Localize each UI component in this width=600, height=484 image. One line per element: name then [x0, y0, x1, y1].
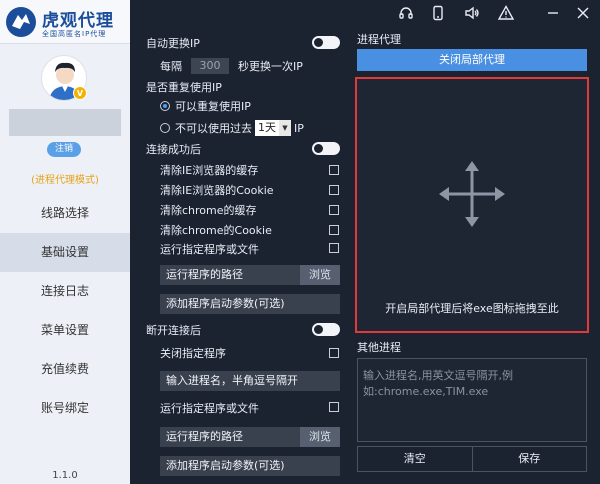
program-args-field-2[interactable]: 添加程序启动参数(可选): [160, 456, 340, 476]
connect-item-label: 清除IE浏览器的Cookie: [160, 184, 274, 197]
reuse-no-radio[interactable]: 不可以使用过去 1天 ▼ IP: [160, 119, 304, 137]
program-path-text-2: 运行程序的路径: [166, 430, 243, 443]
after-disconnect-toggle[interactable]: [312, 323, 340, 336]
auto-switch-label: 自动更换IP: [146, 37, 200, 50]
vip-badge: V: [73, 86, 87, 100]
connect-item-label: 清除chrome的Cookie: [160, 224, 272, 237]
after-connect-toggle[interactable]: [312, 142, 340, 155]
sidebar: 虎观代理 全国高匿名IP代理 V 注销 (进程代理模式) 线路选择 基础设置 连…: [0, 0, 130, 484]
connect-item-label: 运行指定程序或文件: [160, 243, 259, 256]
browse-button[interactable]: 浏览: [300, 265, 340, 285]
sidebar-item-menu-settings[interactable]: 菜单设置: [0, 311, 130, 350]
after-disconnect-label: 断开连接后: [146, 324, 201, 337]
proxy-mode-label: (进程代理模式): [31, 175, 99, 186]
process-name-field[interactable]: 输入进程名，半角逗号隔开: [160, 371, 340, 391]
interval-suffix: 秒更换一次IP: [238, 60, 303, 73]
connect-item-label: 清除chrome的缓存: [160, 204, 257, 217]
headset-icon[interactable]: [395, 2, 417, 24]
radio-empty-icon: [160, 123, 170, 133]
phone-icon[interactable]: [427, 2, 449, 24]
reuse-period-value: 1天: [258, 121, 276, 134]
exe-drop-zone[interactable]: 开启局部代理后将exe图标拖拽至此: [355, 77, 589, 333]
chevron-down-icon: ▼: [279, 120, 291, 136]
run-program-checkbox[interactable]: [329, 243, 339, 253]
program-path-field-2[interactable]: 运行程序的路径 浏览: [160, 427, 340, 447]
clear-chrome-cache-checkbox[interactable]: [329, 205, 339, 215]
close-program-checkbox[interactable]: [329, 348, 339, 358]
close-icon[interactable]: [572, 2, 594, 24]
version-label: 1.1.0: [52, 470, 78, 481]
reuse-yes-radio[interactable]: 可以重复使用IP: [160, 97, 251, 115]
interval-prefix: 每隔: [160, 60, 182, 73]
reuse-period-select[interactable]: 1天 ▼: [255, 120, 291, 136]
title-bar: [370, 2, 600, 24]
drop-hint: 开启局部代理后将exe图标拖拽至此: [385, 302, 559, 315]
clear-chrome-cookie-checkbox[interactable]: [329, 225, 339, 235]
run-program-label: 运行指定程序或文件: [160, 402, 259, 415]
brand-title: 虎观代理: [42, 11, 114, 31]
after-connect-label: 连接成功后: [146, 143, 201, 156]
sidebar-item-connection-log[interactable]: 连接日志: [0, 272, 130, 311]
sidebar-item-basic-settings[interactable]: 基础设置: [0, 233, 130, 272]
connect-item-label: 清除IE浏览器的缓存: [160, 164, 259, 177]
other-process-input[interactable]: 输入进程名,用英文逗号隔开,例 如:chrome.exe,TIM.exe: [357, 358, 587, 442]
program-path-field[interactable]: 运行程序的路径 浏览: [160, 265, 340, 285]
brand-subtitle: 全国高匿名IP代理: [42, 30, 107, 38]
interval-input[interactable]: 300: [191, 58, 229, 74]
reuse-yes-label: 可以重复使用IP: [175, 100, 251, 113]
warning-icon[interactable]: [495, 2, 517, 24]
username-box: [9, 109, 121, 136]
sidebar-item-line-select[interactable]: 线路选择: [0, 194, 130, 233]
interval-row: 每隔 300 秒更换一次IP: [160, 57, 303, 75]
placeholder-line-2: 如:chrome.exe,TIM.exe: [363, 385, 489, 398]
brand-logo: 虎观代理 全国高匿名IP代理: [0, 0, 130, 44]
browse-button-2[interactable]: 浏览: [300, 427, 340, 447]
reuse-no-suffix: IP: [294, 121, 304, 135]
logout-button[interactable]: 注销: [47, 142, 81, 157]
clear-ie-cache-checkbox[interactable]: [329, 165, 339, 175]
basic-settings-panel: 自动更换IP 每隔 300 秒更换一次IP 是否重复使用IP 可以重复使用IP …: [130, 24, 345, 484]
speaker-icon[interactable]: [461, 2, 483, 24]
close-program-label: 关闭指定程序: [160, 347, 226, 360]
sidebar-item-recharge[interactable]: 充值续费: [0, 350, 130, 389]
tiger-logo-icon: [6, 7, 36, 37]
clear-button[interactable]: 清空: [358, 447, 472, 471]
run-program-after-disconnect-checkbox[interactable]: [329, 402, 339, 412]
sidebar-nav: 线路选择 基础设置 连接日志 菜单设置 充值续费 账号绑定: [0, 194, 130, 428]
save-button[interactable]: 保存: [471, 447, 587, 471]
process-proxy-title: 进程代理: [357, 33, 401, 46]
sidebar-item-account-binding[interactable]: 账号绑定: [0, 389, 130, 428]
placeholder-line-1: 输入进程名,用英文逗号隔开,例: [363, 369, 513, 382]
program-args-field[interactable]: 添加程序启动参数(可选): [160, 294, 340, 314]
other-process-actions: 清空 保存: [357, 446, 587, 472]
reuse-title: 是否重复使用IP: [146, 81, 222, 94]
clear-ie-cookie-checkbox[interactable]: [329, 185, 339, 195]
auto-switch-toggle[interactable]: [312, 36, 340, 49]
program-path-text: 运行程序的路径: [166, 268, 243, 281]
other-process-title: 其他进程: [357, 341, 401, 354]
close-local-proxy-button[interactable]: 关闭局部代理: [357, 49, 587, 71]
reuse-no-prefix: 不可以使用过去: [175, 122, 252, 135]
move-arrows-icon: [437, 159, 507, 232]
minimize-icon[interactable]: [542, 2, 564, 24]
radio-selected-icon: [160, 101, 170, 111]
